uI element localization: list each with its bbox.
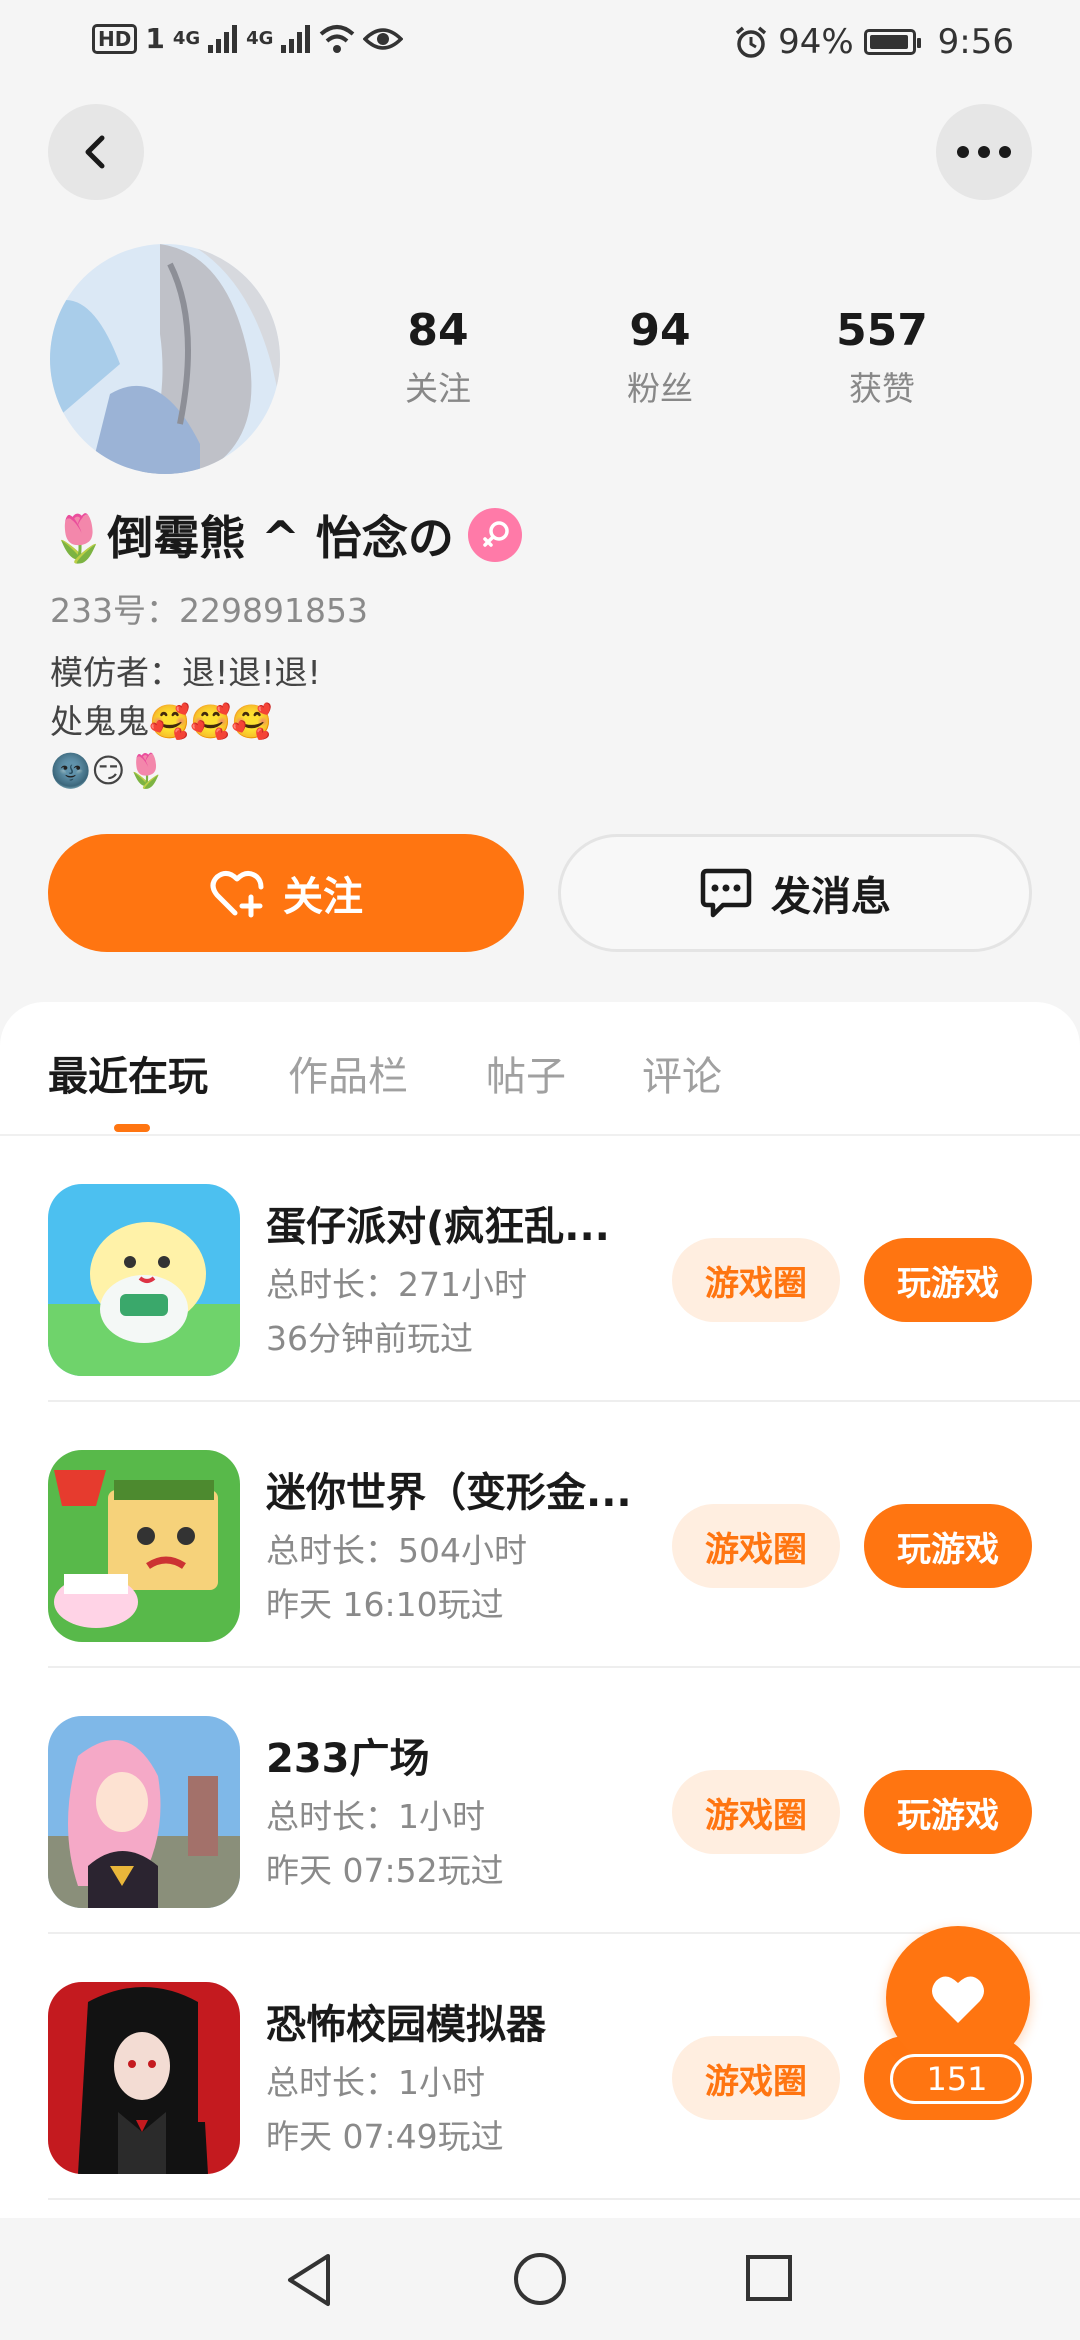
wifi-icon (320, 24, 355, 53)
game-icon (48, 1184, 240, 1376)
eye-icon (363, 27, 404, 50)
profile-name: 🌷倒霉熊 ^ 怡念の (50, 511, 454, 565)
game-circle-button[interactable]: 游戏圈 (672, 2036, 840, 2120)
play-game-button[interactable]: 玩游戏 (864, 1504, 1032, 1588)
profile-name-row: 🌷倒霉熊 ^ 怡念の (50, 502, 522, 568)
game-duration: 总时长：1小时 (266, 2063, 485, 2102)
game-title: 233广场 (266, 1736, 430, 1782)
game-icon (48, 1450, 240, 1642)
list-item[interactable]: 蛋仔派对(疯狂乱... 总时长：271小时 36分钟前玩过 游戏圈 玩游戏 (0, 1136, 1080, 1402)
nav-recent-icon[interactable] (745, 2254, 793, 2302)
back-icon (85, 135, 105, 169)
status-left: HD 1 4G 4G (92, 22, 404, 55)
game-title: 蛋仔派对(疯狂乱... (266, 1204, 610, 1250)
tab-recently-played[interactable]: 最近在玩 (48, 1044, 208, 1102)
stat-value: 557 (836, 305, 928, 356)
game-title: 恐怖校园模拟器 (266, 2002, 546, 2048)
stat-followers[interactable]: 94 粉丝 (570, 305, 750, 410)
battery-percent: 94% (778, 22, 854, 62)
game-circle-button[interactable]: 游戏圈 (672, 1238, 840, 1322)
stat-likes[interactable]: 557 获赞 (792, 305, 972, 410)
game-circle-button[interactable]: 游戏圈 (672, 1504, 840, 1588)
game-last-played: 昨天 07:52玩过 (266, 1851, 504, 1890)
heart-icon (932, 1976, 984, 2023)
hd-badge: HD (92, 23, 138, 54)
back-button[interactable] (48, 104, 144, 200)
game-circle-button[interactable]: 游戏圈 (672, 1770, 840, 1854)
stat-label: 粉丝 (627, 369, 693, 408)
avatar[interactable] (50, 244, 280, 474)
navigation-bar (0, 2218, 1080, 2340)
nav-home-icon[interactable] (513, 2252, 567, 2306)
message-label: 发消息 (771, 874, 891, 920)
game-icon (48, 1716, 240, 1908)
tab-posts[interactable]: 帖子 (486, 1044, 566, 1102)
sim-badge: 1 (145, 22, 165, 55)
female-icon (467, 508, 522, 562)
list-item[interactable]: 迷你世界（变形金... 总时长：504小时 昨天 16:10玩过 游戏圈 玩游戏 (0, 1402, 1080, 1668)
status-right: 94% 9:56 (734, 22, 1014, 62)
game-duration: 总时长：504小时 (266, 1531, 527, 1570)
follow-label: 关注 (283, 874, 363, 920)
game-last-played: 36分钟前玩过 (266, 1319, 473, 1358)
tab-comments[interactable]: 评论 (642, 1044, 722, 1102)
message-button[interactable]: 发消息 (558, 834, 1032, 952)
game-icon (48, 1982, 240, 2174)
clock: 9:56 (937, 22, 1014, 62)
game-last-played: 昨天 16:10玩过 (266, 1585, 504, 1624)
stat-label: 关注 (405, 369, 471, 408)
stat-label: 获赞 (849, 369, 915, 408)
signal-icon (208, 24, 238, 53)
game-duration: 总时长：1小时 (266, 1797, 485, 1836)
game-last-played: 昨天 07:49玩过 (266, 2117, 504, 2156)
user-id: 233号：229891853 (50, 591, 368, 630)
signal1-label: 4G (172, 28, 201, 49)
stat-following[interactable]: 84 关注 (348, 305, 528, 410)
status-bar: HD 1 4G 4G 94% 9:56 (0, 0, 1080, 84)
tab-works[interactable]: 作品栏 (288, 1044, 408, 1102)
alarm-icon (735, 26, 767, 58)
nav-back-icon[interactable] (284, 2252, 336, 2308)
stat-value: 84 (407, 305, 469, 356)
like-count: 151 (890, 2054, 1024, 2104)
heart-plus-icon (210, 871, 264, 918)
list-item[interactable]: 233广场 总时长：1小时 昨天 07:52玩过 游戏圈 玩游戏 (0, 1668, 1080, 1934)
signal2-label: 4G (246, 28, 274, 49)
play-game-button[interactable]: 玩游戏 (864, 1238, 1032, 1322)
more-button[interactable] (936, 104, 1032, 200)
bio: 模仿者：退!退!退! 处鬼鬼🥰🥰🥰 🌚😏🌷 (50, 653, 321, 790)
play-game-button[interactable]: 玩游戏 (864, 1770, 1032, 1854)
signal-icon (281, 24, 311, 53)
follow-button[interactable]: 关注 (48, 834, 524, 952)
game-duration: 总时长：271小时 (266, 1265, 527, 1304)
stat-value: 94 (629, 305, 691, 356)
row-divider (48, 2198, 1080, 2200)
more-icon (957, 146, 1011, 158)
game-title: 迷你世界（变形金... (266, 1470, 632, 1516)
battery-icon (863, 29, 921, 55)
tab-indicator (114, 1124, 150, 1132)
chat-icon (700, 868, 752, 918)
floating-like-button[interactable] (886, 1926, 1030, 2070)
